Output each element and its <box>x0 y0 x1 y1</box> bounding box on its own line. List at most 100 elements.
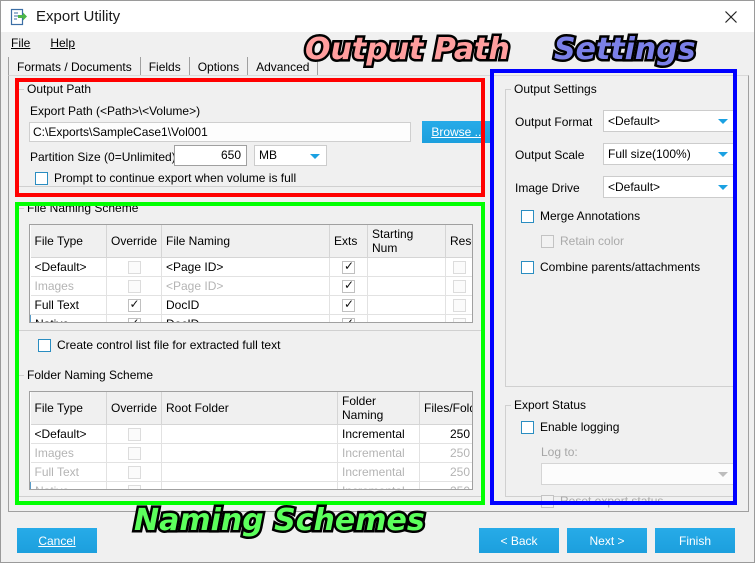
table-row[interactable]: Full Text Incremental 250 <box>30 462 472 482</box>
export-path-input[interactable]: C:\Exports\SampleCase1\Vol001 <box>29 122 411 142</box>
checkbox-box: ✓ <box>342 260 355 275</box>
merge-annotations-checkbox[interactable]: Merge Annotations <box>521 209 640 223</box>
output-format-label: Output Format <box>515 115 593 129</box>
window-title: Export Utility <box>36 8 121 25</box>
back-button-label: < Back <box>500 533 538 548</box>
checkbox-box <box>521 420 534 434</box>
tab-options[interactable]: Options <box>189 57 249 76</box>
finish-button[interactable]: Finish <box>655 528 735 553</box>
cell-reset[interactable] <box>445 314 472 322</box>
tab-advanced[interactable]: Advanced <box>248 57 319 76</box>
output-format-value: <Default> <box>608 114 661 128</box>
tab-label: Formats / Documents <box>17 60 132 74</box>
cell-folder-naming: Incremental <box>337 462 420 482</box>
checkbox-box: ✓ <box>342 298 355 313</box>
checkbox-box <box>453 261 466 275</box>
col-file-naming: File Naming <box>161 225 330 258</box>
table-row[interactable]: Images <Page ID> ✓ <box>30 276 472 296</box>
cell-file-type: <Default> <box>30 424 107 444</box>
checkbox-box <box>35 171 48 185</box>
cell-override[interactable]: ✓ <box>106 314 162 322</box>
enable-logging-checkbox[interactable]: Enable logging <box>521 420 619 434</box>
cell-starting-num <box>367 314 446 322</box>
close-icon[interactable] <box>708 1 754 32</box>
tab-formats-documents[interactable]: Formats / Documents <box>8 57 141 76</box>
combine-parents-label: Combine parents/attachments <box>540 260 701 274</box>
next-button[interactable]: Next > <box>567 528 647 553</box>
col-starting-num: Starting Num <box>367 225 446 258</box>
export-path-label: Export Path (<Path>\<Volume>) <box>30 104 201 118</box>
create-control-list-checkbox[interactable]: Create control list file for extracted f… <box>38 338 280 352</box>
table-row[interactable]: Full Text ✓ DocID ✓ <box>30 295 472 315</box>
cell-override[interactable] <box>106 481 162 489</box>
cancel-button[interactable]: Cancel <box>17 528 97 553</box>
table-header-row: File Type Override Root Folder Folder Na… <box>30 392 472 425</box>
table-row[interactable]: Native ✓ DocID ✓ <box>30 314 472 322</box>
cell-override[interactable] <box>106 257 162 277</box>
cell-reset[interactable] <box>445 276 472 296</box>
cell-file-naming: <Page ID> <box>161 257 330 277</box>
cell-file-naming: <Page ID> <box>161 276 330 296</box>
cell-starting-num <box>367 257 446 277</box>
cell-folder-naming: Incremental <box>337 481 420 489</box>
cell-reset[interactable] <box>445 257 472 277</box>
back-button[interactable]: < Back <box>479 528 559 553</box>
col-files-per-folder: Files/Folder <box>419 392 472 425</box>
check-icon: ✓ <box>344 278 355 293</box>
chevron-down-icon <box>310 153 320 159</box>
cell-override[interactable] <box>106 462 162 482</box>
cell-exts[interactable]: ✓ <box>329 314 368 322</box>
partition-unit-select[interactable]: MB <box>254 145 327 166</box>
checkbox-box: ✓ <box>342 278 355 294</box>
table-row[interactable]: <Default> Incremental 250 <box>30 424 472 444</box>
table-row[interactable]: Images Incremental 250 <box>30 443 472 463</box>
next-button-label: Next > <box>589 533 625 548</box>
title-bar: Export Utility <box>1 1 754 32</box>
menu-item-help[interactable]: Help <box>40 34 85 52</box>
combine-parents-attachments-checkbox[interactable]: Combine parents/attachments <box>521 260 700 274</box>
cell-override[interactable] <box>106 443 162 463</box>
cell-folder-naming: Incremental <box>337 424 420 444</box>
create-control-list-label: Create control list file for extracted f… <box>57 338 281 352</box>
cell-root-folder <box>161 481 338 489</box>
cell-file-type: Native <box>30 481 107 489</box>
cell-files-per-folder: 250 <box>419 443 472 463</box>
table-row[interactable]: <Default> <Page ID> ✓ <box>30 257 472 277</box>
partition-size-input[interactable]: 650 <box>174 145 247 166</box>
checkbox-box <box>127 261 141 275</box>
chevron-down-icon <box>718 185 728 190</box>
cell-files-per-folder: 250 <box>419 424 472 444</box>
cell-override[interactable] <box>106 276 162 296</box>
button-bar: Cancel < Back Next > Finish <box>1 513 754 562</box>
cell-reset[interactable] <box>445 295 472 315</box>
menu-item-file[interactable]: File <box>1 34 40 52</box>
file-naming-group-label: File Naming Scheme <box>25 201 142 216</box>
image-drive-label: Image Drive <box>515 181 580 195</box>
cell-exts[interactable]: ✓ <box>329 257 368 277</box>
output-scale-select[interactable]: Full size(100%) <box>603 143 735 165</box>
table-row[interactable]: Native Incremental 250 <box>30 481 472 489</box>
cell-exts[interactable]: ✓ <box>329 295 368 315</box>
checkbox-box <box>127 447 141 461</box>
image-drive-select[interactable]: <Default> <box>603 176 735 198</box>
file-naming-table[interactable]: File Type Override File Naming Exts Star… <box>29 224 473 323</box>
partition-size-label: Partition Size (0=Unlimited) <box>30 150 176 164</box>
prompt-continue-checkbox[interactable]: Prompt to continue export when volume is… <box>35 171 296 185</box>
cell-override[interactable]: ✓ <box>106 295 162 315</box>
output-scale-value: Full size(100%) <box>608 147 691 161</box>
image-drive-value: <Default> <box>608 180 661 194</box>
folder-naming-table[interactable]: File Type Override Root Folder Folder Na… <box>29 391 473 490</box>
col-file-type: File Type <box>30 225 107 258</box>
table-header-row: File Type Override File Naming Exts Star… <box>30 225 472 258</box>
browse-button[interactable]: Browse ... <box>422 121 494 143</box>
cell-exts[interactable]: ✓ <box>329 276 368 296</box>
checkbox-box <box>541 234 554 248</box>
log-to-select <box>541 463 735 485</box>
cancel-button-label: Cancel <box>38 533 76 548</box>
cell-override[interactable] <box>106 424 162 444</box>
output-format-select[interactable]: <Default> <box>603 110 735 132</box>
tab-fields[interactable]: Fields <box>140 57 190 76</box>
export-utility-window: Export Utility File Help Formats / Docum… <box>0 0 755 563</box>
cell-file-type: <Default> <box>30 257 107 277</box>
chevron-down-icon <box>718 472 728 477</box>
